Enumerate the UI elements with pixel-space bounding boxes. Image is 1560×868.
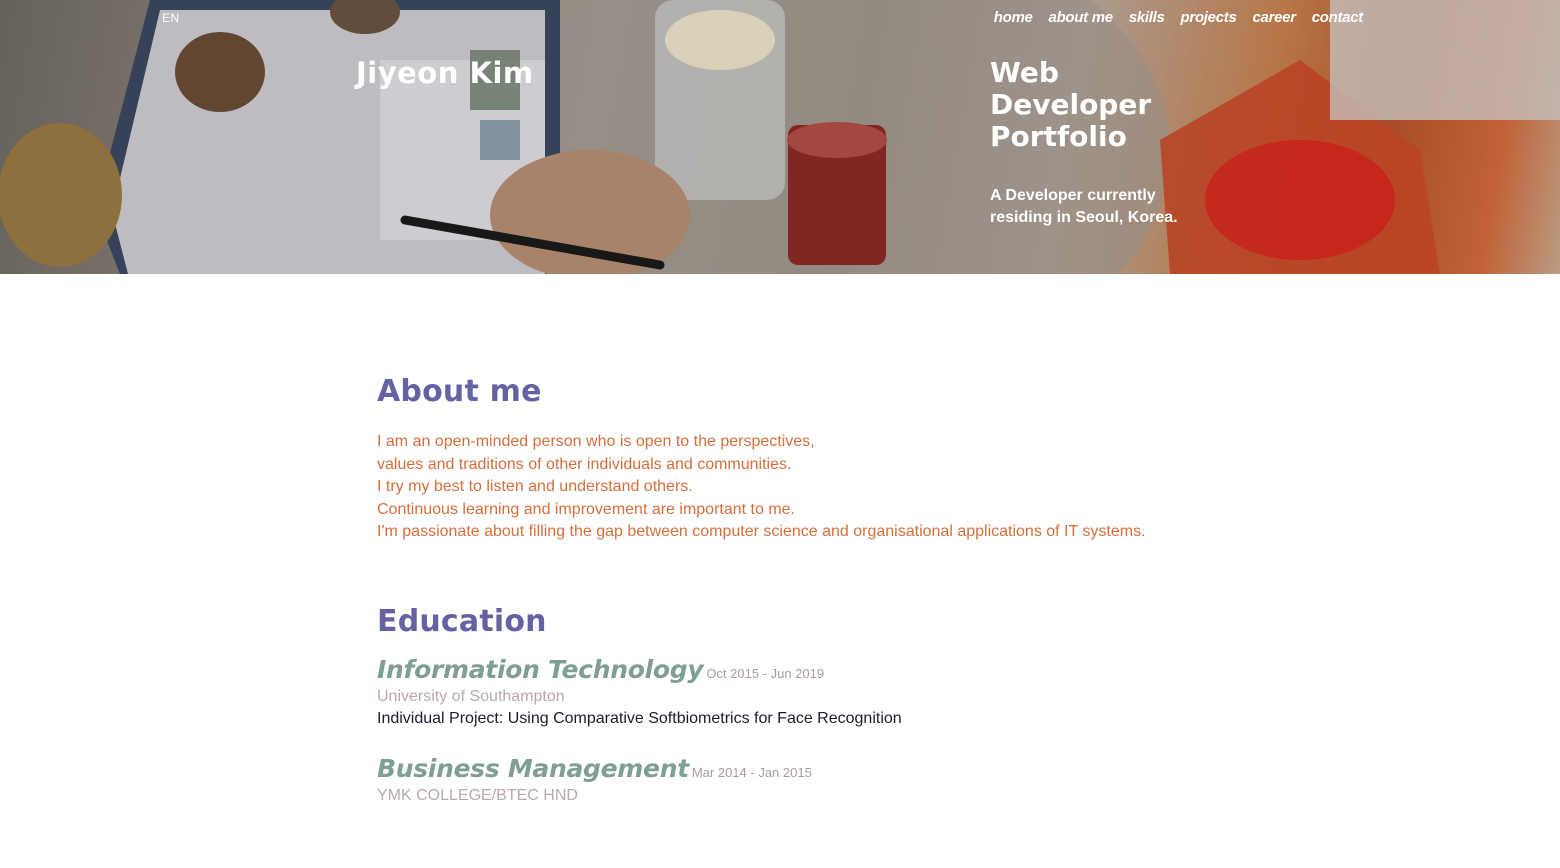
degree-row: Business Management Mar 2014 - Jan 2015 [377,754,1277,783]
nav-about-me[interactable]: about me [1049,9,1114,26]
hero-title: Web Developer Portfolio [990,57,1210,153]
hero-banner: EN home about me skills projects career … [0,0,1560,274]
language-switcher[interactable]: EN [162,11,180,25]
degree-dates: Mar 2014 - Jan 2015 [691,764,812,780]
hero-title-line: Portfolio [990,120,1127,153]
school-name: University of Southampton [377,687,565,705]
education-heading: Education [377,603,547,639]
education-section: Education Information Technology Oct 201… [377,604,1277,805]
main-content: About me I am an open-minded person who … [377,374,1277,805]
education-item: Business Management Mar 2014 - Jan 2015 … [377,754,1277,805]
about-line: Continuous learning and improvement are … [377,500,795,518]
nav-projects[interactable]: projects [1181,9,1237,26]
project-description: Individual Project: Using Comparative So… [377,709,902,727]
hero-title-line: Web [990,56,1059,89]
nav-home[interactable]: home [994,9,1033,26]
hero-subtitle-line: A Developer currently [990,187,1156,204]
about-line: values and traditions of other individua… [377,455,792,473]
about-line: I am an open-minded person who is open t… [377,433,815,450]
about-text: I am an open-minded person who is open t… [377,431,1277,544]
about-line: I try my best to listen and understand o… [377,478,693,495]
hero-overlay [0,0,1560,274]
hero-subtitle-line: residing in Seoul, Korea. [990,209,1178,226]
school-name: YMK COLLEGE/BTEC HND [377,786,578,804]
nav-career[interactable]: career [1253,9,1297,26]
hero-title-line: Developer [990,88,1152,121]
about-line: I'm passionate about filling the gap bet… [377,523,1146,540]
degree-dates: Oct 2015 - Jun 2019 [706,665,825,681]
site-owner-name: Jiyeon Kim [356,56,534,90]
nav-contact[interactable]: contact [1312,9,1364,26]
education-item: Information Technology Oct 2015 - Jun 20… [377,655,1277,728]
degree-title: Business Management [377,753,689,783]
main-nav: home about me skills projects career con… [994,9,1364,26]
degree-title: Information Technology [377,654,704,684]
about-heading: About me [377,374,542,409]
degree-row: Information Technology Oct 2015 - Jun 20… [377,655,1277,684]
about-section: About me I am an open-minded person who … [377,374,1277,544]
nav-skills[interactable]: skills [1129,9,1165,26]
hero-subtitle: A Developer currently residing in Seoul,… [990,185,1200,229]
